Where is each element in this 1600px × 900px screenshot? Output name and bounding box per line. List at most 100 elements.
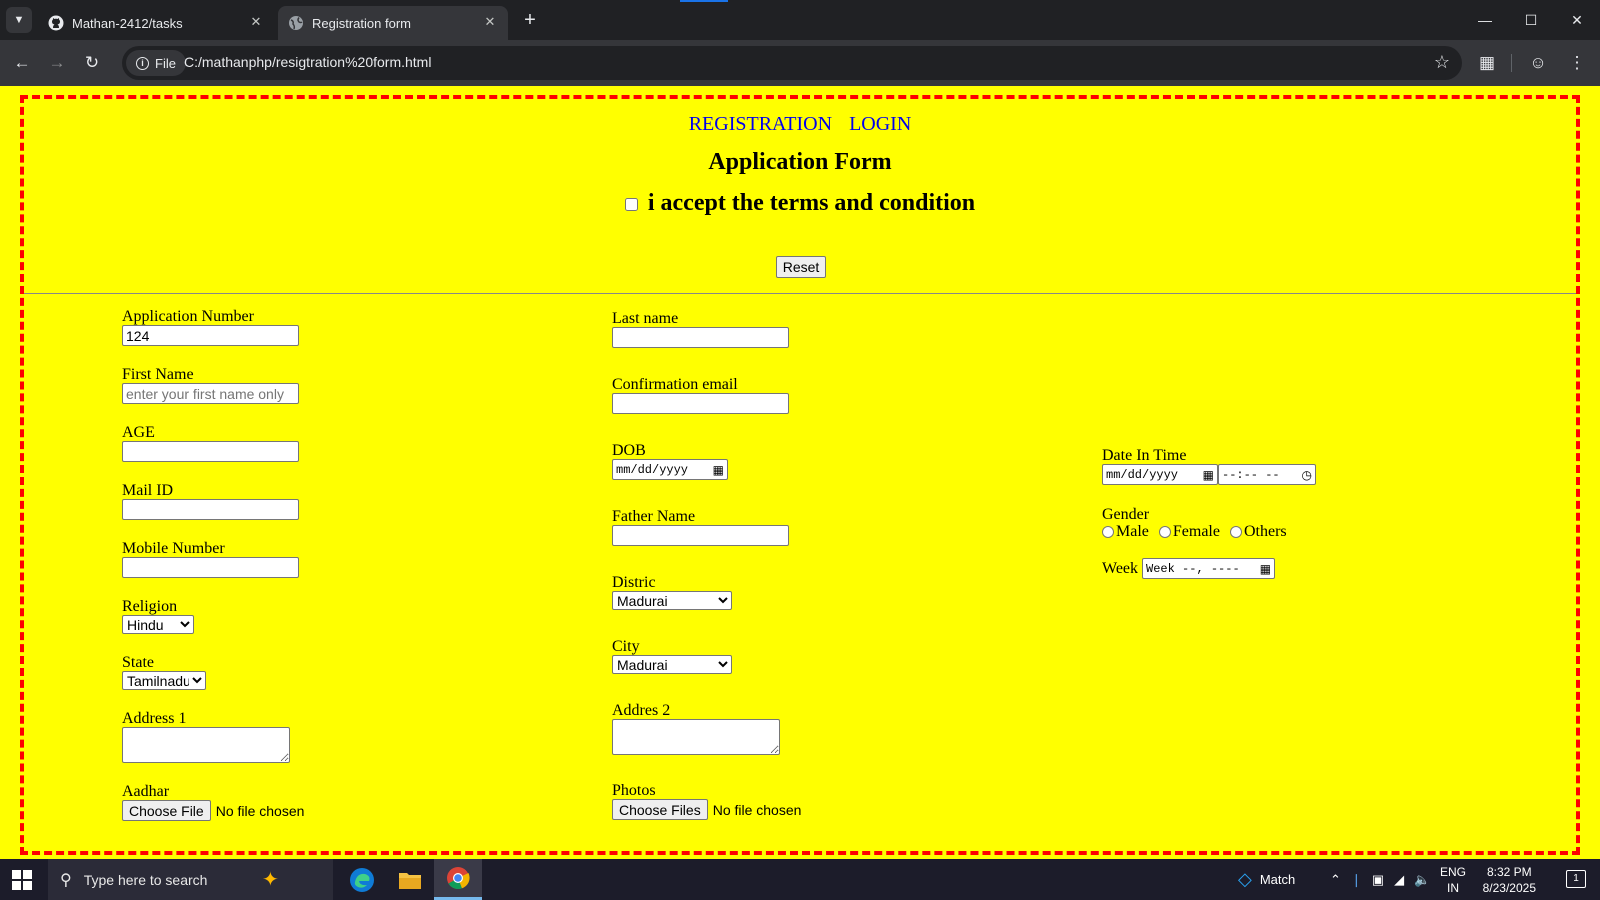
confirm-email-input[interactable] bbox=[612, 393, 789, 414]
terms-checkbox[interactable] bbox=[624, 197, 638, 211]
clock-icon[interactable]: ◷ bbox=[1302, 468, 1312, 482]
address1-textarea[interactable] bbox=[122, 727, 290, 763]
clock[interactable]: 8:32 PM 8/23/2025 bbox=[1483, 864, 1536, 896]
network-icon[interactable]: ◢ bbox=[1394, 872, 1404, 888]
divider bbox=[24, 293, 1576, 294]
datetime-inputs: mm/dd/yyyy ▦ --:-- -- ◷ bbox=[1102, 464, 1316, 485]
state-select[interactable]: Tamilnadu bbox=[122, 671, 206, 690]
city-select[interactable]: Madurai bbox=[612, 655, 732, 674]
forward-button[interactable]: → bbox=[45, 51, 69, 75]
close-icon[interactable]: ✕ bbox=[482, 14, 498, 30]
language-indicator[interactable]: ENG IN bbox=[1440, 864, 1466, 896]
mobile-field: Mobile Number bbox=[122, 540, 299, 578]
star-icon[interactable]: ☆ bbox=[1434, 52, 1450, 73]
bluetooth-icon[interactable]: ❘ bbox=[1351, 872, 1362, 888]
datetime-field: Date In Time mm/dd/yyyy ▦ --:-- -- ◷ bbox=[1102, 447, 1316, 485]
age-input[interactable] bbox=[122, 441, 299, 462]
week-placeholder: Week --, ---- bbox=[1146, 561, 1240, 576]
photos-file-row: Choose Files No file chosen bbox=[612, 799, 801, 820]
weather-widget[interactable]: ◇ Match bbox=[1238, 859, 1295, 900]
mobile-label: Mobile Number bbox=[122, 540, 225, 557]
confirm-email-field: Confirmation email bbox=[612, 376, 789, 414]
aadhar-label: Aadhar bbox=[122, 783, 170, 800]
tab-search-button[interactable]: ▼ bbox=[6, 7, 32, 33]
chevron-down-icon: ▼ bbox=[13, 14, 25, 26]
extensions-button[interactable]: ▦ bbox=[1475, 51, 1499, 75]
tab-registration-form[interactable]: Registration form ✕ bbox=[278, 6, 508, 40]
edge-app[interactable] bbox=[338, 859, 386, 900]
clock-time: 8:32 PM bbox=[1486, 865, 1532, 879]
taskbar-search[interactable]: ⚲ Type here to search bbox=[48, 859, 333, 900]
copilot-icon[interactable]: ✦ bbox=[262, 867, 279, 892]
address-bar[interactable]: i File C:/mathanphp/resigtration%20form.… bbox=[122, 46, 1462, 80]
nav-link-login[interactable]: LOGIN bbox=[849, 113, 911, 135]
meet-icon[interactable]: ▣ bbox=[1372, 872, 1384, 888]
calendar-icon[interactable]: ▦ bbox=[1260, 562, 1271, 576]
back-button[interactable]: ← bbox=[10, 51, 34, 75]
site-chip-label: File bbox=[155, 55, 176, 71]
site-info-chip[interactable]: i File bbox=[126, 50, 186, 76]
calendar-icon[interactable]: ▦ bbox=[713, 463, 724, 477]
calendar-icon[interactable]: ▦ bbox=[1203, 468, 1214, 482]
chevron-up-icon[interactable]: ⌃ bbox=[1330, 872, 1341, 888]
photos-field: Photos Choose Files No file chosen bbox=[612, 782, 801, 820]
page-title: Application Form bbox=[708, 149, 892, 175]
photos-label: Photos bbox=[612, 782, 656, 799]
mobile-input[interactable] bbox=[122, 557, 299, 578]
last-name-input[interactable] bbox=[612, 327, 789, 348]
system-tray: ⌃ ❘ ▣ ◢ 🔈 bbox=[1330, 859, 1430, 900]
profile-button[interactable]: ☺ bbox=[1526, 51, 1550, 75]
datetime-date-input[interactable]: mm/dd/yyyy ▦ bbox=[1102, 464, 1218, 485]
district-select[interactable]: Madurai bbox=[612, 591, 732, 610]
datetime-time-input[interactable]: --:-- -- ◷ bbox=[1218, 464, 1316, 485]
page-viewport: REGISTRATION LOGIN Application Form i ac… bbox=[0, 86, 1600, 859]
file-explorer-app[interactable] bbox=[386, 859, 434, 900]
gender-radio-others[interactable] bbox=[1229, 526, 1242, 539]
week-label: Week bbox=[1102, 559, 1139, 577]
reset-button[interactable]: Reset bbox=[776, 256, 826, 278]
gender-option-label: Others bbox=[1243, 523, 1287, 540]
mail-input[interactable] bbox=[122, 499, 299, 520]
state-label: State bbox=[122, 654, 154, 671]
reload-icon: ↻ bbox=[84, 53, 100, 72]
close-window-button[interactable]: ✕ bbox=[1554, 0, 1600, 40]
religion-select[interactable]: Hindu bbox=[122, 615, 194, 634]
address1-field: Address 1 bbox=[122, 710, 290, 768]
gender-label: Gender bbox=[1102, 506, 1150, 523]
volume-icon[interactable]: 🔈 bbox=[1414, 872, 1430, 888]
app-number-field: Application Number bbox=[122, 308, 299, 346]
new-tab-button[interactable]: + bbox=[519, 9, 541, 31]
week-input[interactable]: Week --, ---- ▦ bbox=[1142, 558, 1276, 579]
father-name-input[interactable] bbox=[612, 525, 789, 546]
top-nav: REGISTRATION LOGIN bbox=[24, 113, 1576, 136]
puzzle-icon: ▦ bbox=[1478, 53, 1496, 72]
nav-link-registration[interactable]: REGISTRATION bbox=[689, 113, 832, 135]
maximize-button[interactable]: ☐ bbox=[1508, 0, 1554, 40]
windows-start-icon[interactable] bbox=[12, 870, 32, 890]
mail-label: Mail ID bbox=[122, 482, 174, 499]
minimize-button[interactable]: — bbox=[1462, 0, 1508, 40]
religion-label: Religion bbox=[122, 598, 178, 615]
father-name-label: Father Name bbox=[612, 508, 696, 525]
folder-icon bbox=[399, 872, 421, 889]
toolbar-divider bbox=[1511, 54, 1512, 72]
notification-icon[interactable]: 1 bbox=[1566, 870, 1586, 888]
gender-radio-male[interactable] bbox=[1102, 526, 1114, 539]
cricket-icon: ◇ bbox=[1238, 869, 1252, 889]
address2-textarea[interactable] bbox=[612, 719, 780, 755]
city-label: City bbox=[612, 638, 640, 655]
dob-input[interactable]: mm/dd/yyyy ▦ bbox=[612, 459, 728, 480]
menu-button[interactable]: ⋮ bbox=[1565, 51, 1589, 75]
chrome-app[interactable] bbox=[434, 859, 482, 900]
aadhar-file-status: No file chosen bbox=[215, 802, 305, 819]
gender-radio-female[interactable] bbox=[1158, 526, 1171, 539]
aadhar-choose-file-button[interactable]: Choose File bbox=[122, 800, 211, 821]
reload-button[interactable]: ↻ bbox=[80, 51, 104, 75]
app-number-input[interactable] bbox=[122, 325, 299, 346]
close-icon[interactable]: ✕ bbox=[248, 14, 264, 30]
arrow-right-icon: → bbox=[48, 53, 66, 72]
tab-github[interactable]: Mathan-2412/tasks ✕ bbox=[38, 6, 274, 40]
first-name-input[interactable] bbox=[122, 383, 299, 404]
form-frame: REGISTRATION LOGIN Application Form i ac… bbox=[20, 95, 1580, 855]
photos-choose-files-button[interactable]: Choose Files bbox=[612, 799, 708, 820]
